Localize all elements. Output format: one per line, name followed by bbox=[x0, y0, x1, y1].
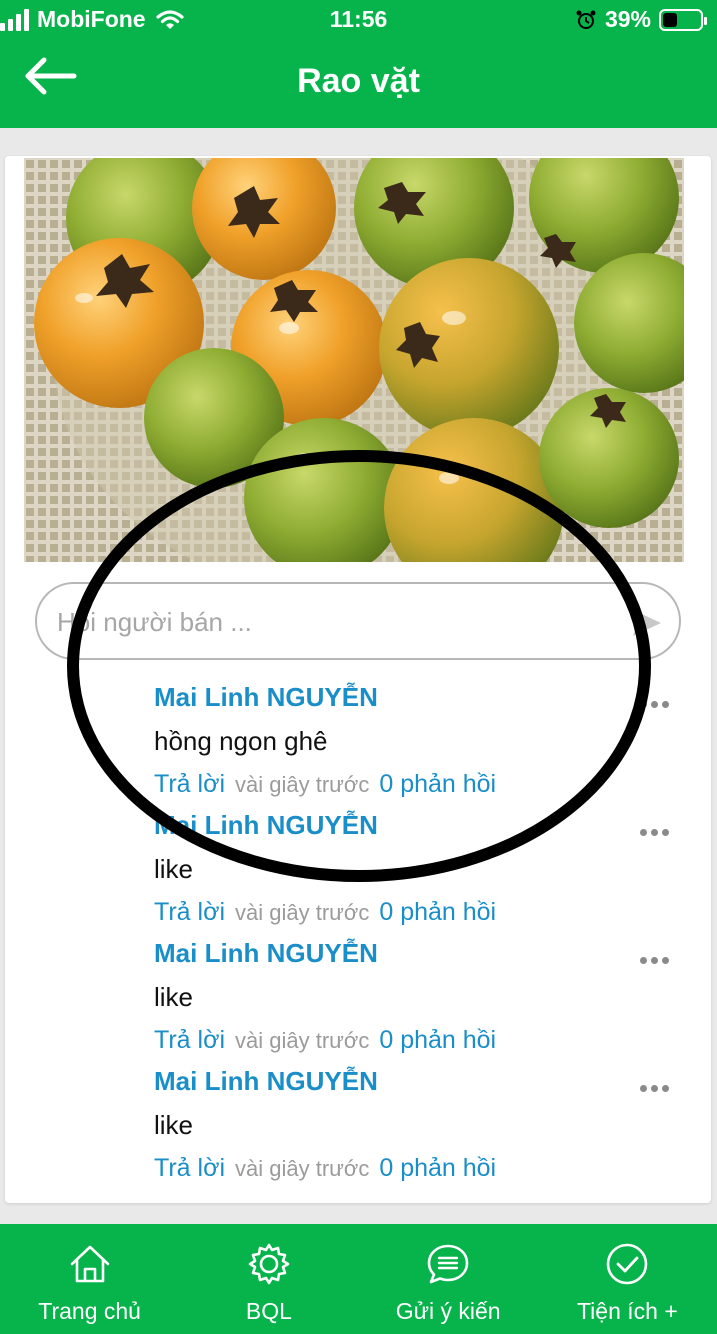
more-options-icon[interactable] bbox=[640, 950, 674, 970]
reply-button[interactable]: Trả lời bbox=[154, 1154, 225, 1183]
more-options-icon[interactable] bbox=[640, 822, 674, 842]
reply-button[interactable]: Trả lời bbox=[154, 770, 225, 799]
tab-label: Gửi ý kiến bbox=[395, 1298, 501, 1324]
status-bar: MobiFone 11:56 39% bbox=[0, 0, 717, 40]
tab-utilities[interactable]: Tiện ích + bbox=[538, 1224, 717, 1334]
comment-meta: Trả lời vài giây trước 0 phản hồi bbox=[154, 770, 496, 799]
battery-percent: 39% bbox=[604, 6, 651, 32]
status-right: 39% bbox=[575, 6, 707, 33]
replies-count-link[interactable]: 0 phản hồi bbox=[379, 1026, 496, 1055]
tab-home[interactable]: Trang chủ bbox=[0, 1224, 179, 1334]
more-options-icon[interactable] bbox=[640, 1078, 674, 1098]
comment-text: like bbox=[154, 854, 194, 884]
nav-bar: Rao vặt bbox=[0, 40, 717, 128]
comment-meta: Trả lời vài giây trước 0 phản hồi bbox=[154, 898, 496, 927]
home-icon bbox=[70, 1245, 109, 1283]
comment-meta: Trả lời vài giây trước 0 phản hồi bbox=[154, 1154, 496, 1183]
replies-count-link[interactable]: 0 phản hồi bbox=[379, 898, 496, 927]
battery-icon bbox=[659, 8, 707, 31]
tab-label: BQL bbox=[245, 1298, 292, 1324]
reply-button[interactable]: Trả lời bbox=[154, 898, 225, 927]
persimmon-illustration bbox=[24, 158, 684, 562]
comment-author[interactable]: Mai Linh NGUYỄN bbox=[154, 682, 378, 713]
tab-label: Tiện ích + bbox=[576, 1298, 678, 1324]
tab-feedback[interactable]: Gửi ý kiến bbox=[359, 1224, 538, 1334]
gear-icon bbox=[248, 1243, 290, 1285]
comment-author[interactable]: Mai Linh NGUYỄN bbox=[154, 1066, 378, 1097]
tab-label: Trang chủ bbox=[38, 1298, 141, 1324]
top-bar: MobiFone 11:56 39% Rao vặt bbox=[0, 0, 717, 128]
comment-text: like bbox=[154, 982, 194, 1012]
comment-time: vài giây trước bbox=[235, 1028, 370, 1053]
comment-author[interactable]: Mai Linh NGUYỄN bbox=[154, 810, 378, 841]
comment-item: Mai Linh NGUYỄN hồng ngon ghê Trả lời và… bbox=[154, 682, 694, 810]
comment-item: Mai Linh NGUYỄN like Trả lời vài giây tr… bbox=[154, 810, 694, 938]
listing-card: Mai Linh NGUYỄN hồng ngon ghê Trả lời và… bbox=[5, 156, 711, 1203]
ask-seller-input[interactable] bbox=[57, 598, 617, 646]
send-icon[interactable] bbox=[631, 608, 663, 638]
listing-photo[interactable] bbox=[24, 158, 684, 562]
comment-time: vài giây trước bbox=[235, 900, 370, 925]
comment-item: Mai Linh NGUYỄN like Trả lời vài giây tr… bbox=[154, 938, 694, 1066]
page-title: Rao vặt bbox=[297, 62, 420, 100]
reply-button[interactable]: Trả lời bbox=[154, 1026, 225, 1055]
chat-bubble-icon bbox=[427, 1244, 469, 1284]
battery-fill bbox=[663, 12, 677, 27]
comment-time: vài giây trước bbox=[235, 1156, 370, 1181]
replies-count-link[interactable]: 0 phản hồi bbox=[379, 770, 496, 799]
replies-count-link[interactable]: 0 phản hồi bbox=[379, 1154, 496, 1183]
comment-meta: Trả lời vài giây trước 0 phản hồi bbox=[154, 1026, 496, 1055]
tab-bql[interactable]: BQL bbox=[179, 1224, 358, 1334]
comment-text: hồng ngon ghê bbox=[154, 726, 328, 756]
alarm-icon bbox=[576, 10, 596, 29]
comment-item: Mai Linh NGUYỄN like Trả lời vài giây tr… bbox=[154, 1066, 694, 1194]
comment-author[interactable]: Mai Linh NGUYỄN bbox=[154, 938, 378, 969]
comment-text: like bbox=[154, 1110, 194, 1140]
ask-seller-box bbox=[35, 582, 681, 660]
comment-time: vài giây trước bbox=[235, 772, 370, 797]
check-circle-icon bbox=[607, 1243, 648, 1285]
more-options-icon[interactable] bbox=[640, 694, 674, 714]
bottom-tab-bar: Trang chủ BQL Gửi ý kiến Tiện ích + bbox=[0, 1224, 717, 1334]
